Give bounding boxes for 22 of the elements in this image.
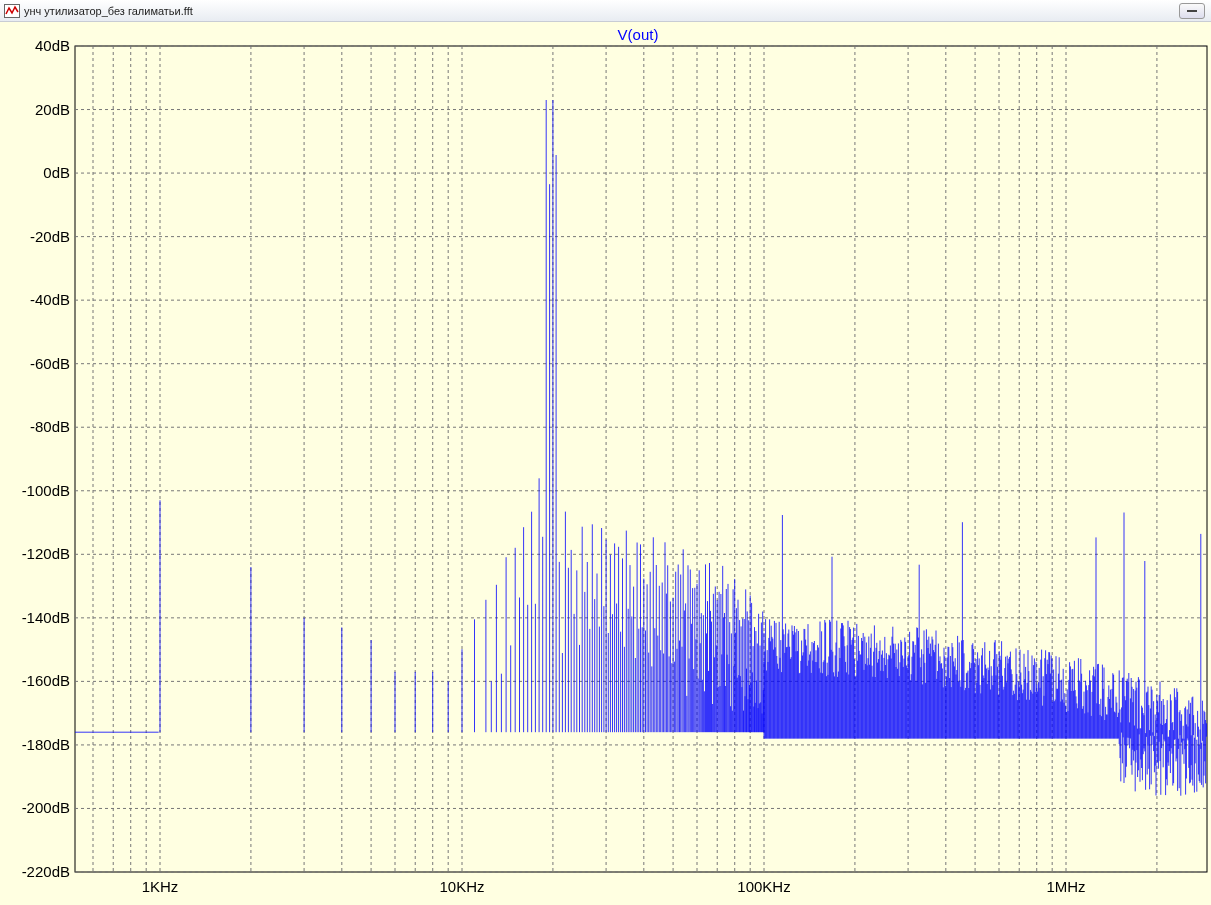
y-axis-label: -140dB [21, 608, 70, 626]
y-axis-label: -20dB [29, 227, 70, 245]
y-axis-label: -80dB [29, 418, 70, 436]
y-axis-label: 0dB [43, 164, 70, 182]
restore-button[interactable] [1179, 2, 1205, 19]
trace-label[interactable]: V(out) [617, 26, 659, 43]
y-axis-label: -200dB [21, 799, 70, 817]
x-axis-label: 100KHz [737, 878, 791, 895]
y-axis-label: -120dB [21, 545, 70, 563]
y-axis-label: -60dB [29, 354, 70, 372]
y-axis-label: -160dB [21, 672, 70, 690]
window-title: унч утилизатор_без галиматьи.fft [24, 4, 193, 17]
y-axis-label: -220dB [21, 863, 70, 880]
x-axis-label: 10KHz [439, 878, 485, 895]
waveform-icon [4, 3, 20, 18]
x-axis-label: 1MHz [1046, 878, 1086, 895]
y-axis-label: 20dB [34, 100, 70, 118]
y-axis-label: 40dB [34, 37, 70, 54]
y-axis-label: -180dB [21, 735, 70, 753]
x-axis-label: 1KHz [141, 878, 179, 895]
y-axis-label: -40dB [29, 291, 70, 309]
y-axis-label: -100dB [21, 481, 70, 499]
